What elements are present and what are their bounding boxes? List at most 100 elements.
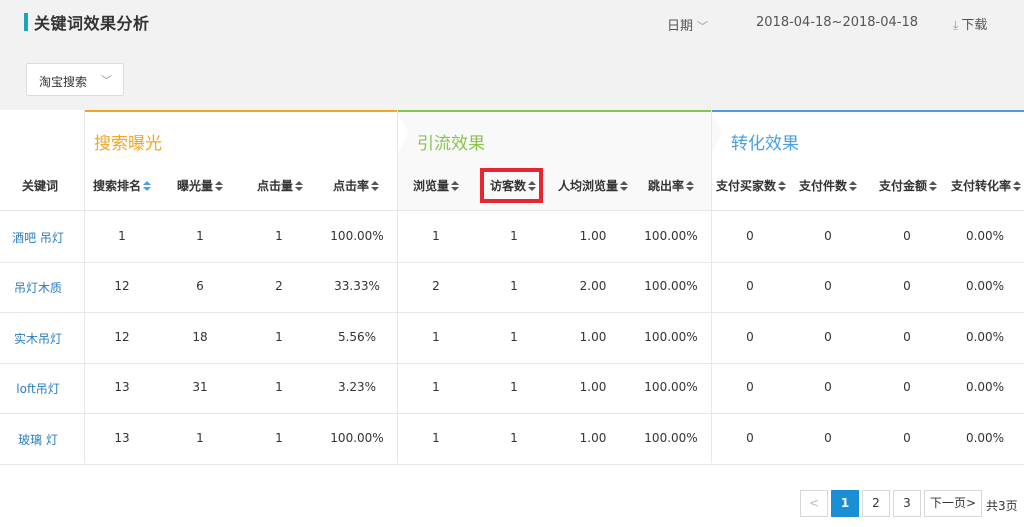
cell-impressions: 6 — [196, 279, 204, 293]
cell-ctr: 5.56% — [337, 330, 377, 344]
pagination-page-button[interactable]: 1 — [831, 490, 859, 517]
cell-pageviews: 1 — [432, 229, 440, 243]
cell-ctr: 100.00% — [330, 431, 384, 445]
cell-avg-pageviews: 2.00 — [579, 279, 607, 293]
cell-pageviews: 1 — [432, 380, 440, 394]
cell-paid-items: 0 — [824, 330, 832, 344]
sort-icon — [849, 180, 857, 192]
sort-icon — [929, 180, 937, 192]
column-header-impressions[interactable]: 曝光量 — [175, 177, 225, 194]
cell-paid-amount: 0 — [903, 330, 911, 344]
cell-conversion-rate: 0.00% — [965, 380, 1005, 394]
cell-paying-buyers: 0 — [746, 279, 754, 293]
highlight-annotation-box — [480, 168, 543, 203]
section-label: 搜索曝光 — [94, 134, 162, 154]
column-header-ctr[interactable]: 点击率 — [331, 177, 381, 194]
section-label: 转化效果 — [731, 134, 799, 154]
cell-conversion-rate: 0.00% — [965, 431, 1005, 445]
cell-paid-items: 0 — [824, 279, 832, 293]
row-divider — [0, 464, 1024, 465]
cell-avg-pageviews: 1.00 — [579, 229, 607, 243]
sort-icon — [620, 180, 628, 192]
column-header-paid-amount[interactable]: 支付金额 — [876, 177, 940, 194]
chevron-down-icon: ﹀ — [101, 74, 112, 87]
sort-icon — [686, 180, 694, 192]
keyword-link[interactable]: loft吊灯 — [3, 380, 73, 397]
column-header-label: 点击量 — [256, 179, 293, 193]
keyword-link[interactable]: 玻璃 灯 — [3, 431, 73, 448]
cell-conversion-rate: 0.00% — [965, 279, 1005, 293]
sort-icon — [371, 180, 379, 192]
column-header-label: 点击率 — [332, 179, 369, 193]
pagination-page-button[interactable]: 2 — [862, 490, 890, 517]
cell-paid-items: 0 — [824, 380, 832, 394]
section-arrow — [711, 112, 723, 154]
column-header-search-rank[interactable]: 搜索排名 — [91, 177, 153, 194]
pagination-page-button[interactable]: 3 — [893, 490, 921, 517]
column-header-conversion-rate[interactable]: 支付转化率 — [948, 177, 1024, 194]
title-accent-bar — [24, 13, 28, 31]
cell-visitors: 1 — [510, 431, 518, 445]
section-traffic: 引流效果 — [397, 110, 711, 210]
download-icon: ⤓ — [953, 18, 959, 32]
cell-visitors: 1 — [510, 380, 518, 394]
column-header-label: 浏览量 — [412, 179, 449, 193]
pagination-total: 共3页 — [986, 499, 1018, 513]
cell-paid-items: 0 — [824, 431, 832, 445]
cell-clicks: 1 — [275, 431, 283, 445]
cell-clicks: 1 — [275, 330, 283, 344]
column-header-pageviews[interactable]: 浏览量 — [411, 177, 461, 194]
sort-icon — [451, 180, 459, 192]
cell-search-rank: 1 — [118, 229, 126, 243]
cell-paid-items: 0 — [824, 229, 832, 243]
cell-paying-buyers: 0 — [746, 229, 754, 243]
cell-impressions: 1 — [196, 431, 204, 445]
pagination-next-button[interactable]: 下一页> — [924, 490, 982, 517]
cell-ctr: 3.23% — [337, 380, 377, 394]
column-header-label: 关键词 — [21, 179, 58, 193]
column-header-avg-pageviews[interactable]: 人均浏览量 — [556, 177, 630, 194]
cell-clicks: 1 — [275, 229, 283, 243]
section-conversion: 转化效果 — [711, 110, 1024, 210]
column-header-label: 搜索排名 — [92, 179, 141, 193]
filter-bar — [0, 52, 1024, 110]
table-row: 实木吊灯 12 18 1 5.56% 1 1 1.00 100.00% 0 0 0 0.00% — [0, 312, 1024, 362]
page-title: 关键词效果分析 — [34, 14, 150, 33]
keyword-link[interactable]: 酒吧 吊灯 — [3, 229, 73, 246]
cell-pageviews: 1 — [432, 330, 440, 344]
column-header-label: 支付件数 — [798, 179, 847, 193]
cell-conversion-rate: 0.00% — [965, 229, 1005, 243]
cell-impressions: 1 — [196, 229, 204, 243]
cell-ctr: 33.33% — [334, 279, 380, 293]
pagination-prev-button[interactable]: < — [800, 490, 828, 517]
cell-ctr: 100.00% — [330, 229, 384, 243]
cell-paid-amount: 0 — [903, 380, 911, 394]
column-header-label: 支付买家数 — [715, 179, 776, 193]
table-row: 酒吧 吊灯 1 1 1 100.00% 1 1 1.00 100.00% 0 0 0 0.00% — [0, 211, 1024, 261]
download-button[interactable]: ⤓ 下载 — [953, 14, 987, 33]
section-label: 引流效果 — [417, 134, 485, 154]
cell-impressions: 31 — [192, 380, 208, 394]
download-label: 下载 — [961, 18, 988, 33]
column-header-paying-buyers[interactable]: 支付买家数 — [714, 177, 788, 194]
column-header-bounce-rate[interactable]: 跳出率 — [645, 177, 697, 194]
cell-search-rank: 13 — [114, 380, 130, 394]
cell-avg-pageviews: 1.00 — [579, 431, 607, 445]
cell-visitors: 1 — [510, 330, 518, 344]
cell-search-rank: 12 — [114, 279, 130, 293]
keyword-link[interactable]: 吊灯木质 — [3, 279, 73, 296]
date-range-text: 2018-04-18~2018-04-18 — [756, 15, 918, 30]
column-header-paid-items[interactable]: 支付件数 — [797, 177, 859, 194]
table-row: 吊灯木质 12 6 2 33.33% 2 1 2.00 100.00% 0 0 0 0.00% — [0, 261, 1024, 311]
cell-bounce-rate: 100.00% — [644, 330, 698, 344]
source-select[interactable]: 淘宝搜索 ﹀ — [26, 63, 124, 96]
column-header-clicks[interactable]: 点击量 — [254, 177, 306, 194]
keyword-link[interactable]: 实木吊灯 — [3, 330, 73, 347]
column-header-label: 跳出率 — [647, 179, 684, 193]
chevron-down-icon: ﹀ — [697, 20, 709, 33]
section-arrow — [397, 112, 409, 154]
column-header-label: 支付转化率 — [950, 179, 1011, 193]
table-row: 玻璃 灯 13 1 1 100.00% 1 1 1.00 100.00% 0 0 0 0.00% — [0, 413, 1024, 463]
date-dropdown[interactable]: 日期 ﹀ — [667, 15, 708, 34]
cell-paid-amount: 0 — [903, 279, 911, 293]
